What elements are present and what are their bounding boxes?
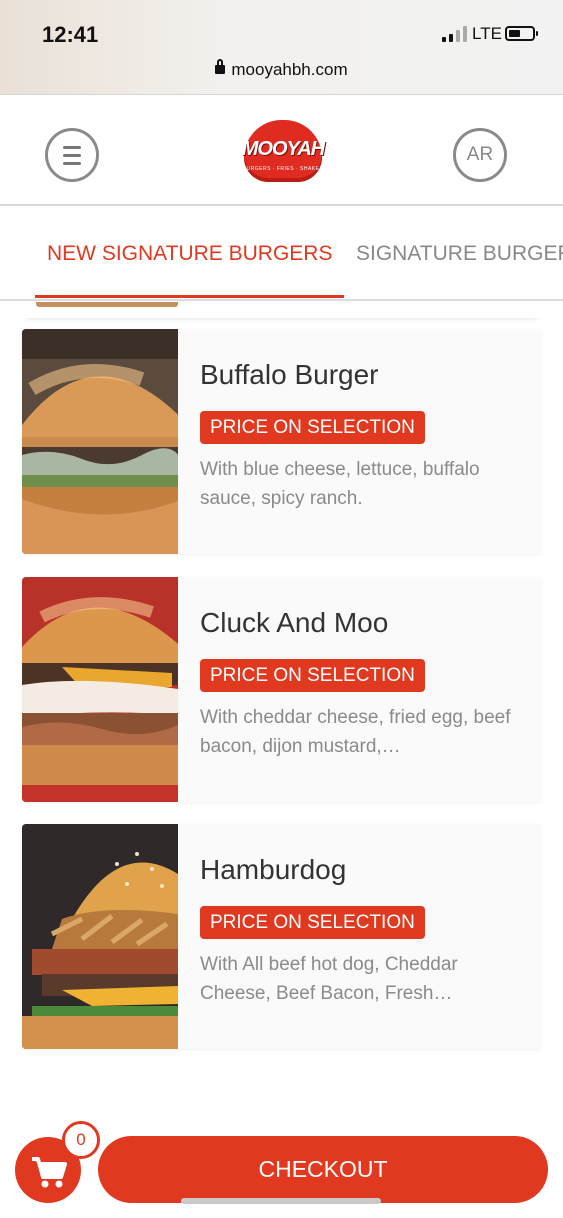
tab-new-signature-burgers[interactable]: NEW SIGNATURE BURGERS bbox=[47, 242, 332, 266]
hamburger-icon bbox=[63, 146, 81, 149]
menu-item-description: With All beef hot dog, Cheddar Cheese, B… bbox=[200, 954, 458, 1004]
battery-icon bbox=[505, 26, 538, 41]
category-tabs: NEW SIGNATURE BURGERS SIGNATURE BURGERS bbox=[0, 208, 563, 301]
menu-item-image bbox=[22, 824, 178, 1049]
lock-icon bbox=[215, 59, 226, 74]
menu-list[interactable]: Buffalo Burger PRICE ON SELECTION With b… bbox=[0, 302, 563, 1218]
clock: 12:41 bbox=[42, 22, 99, 47]
price-badge: PRICE ON SELECTION bbox=[200, 659, 425, 692]
menu-button[interactable] bbox=[45, 128, 99, 182]
app-header: MOOYAH BURGERS · FRIES · SHAKES AR bbox=[0, 96, 563, 206]
menu-item-name: Buffalo Burger bbox=[200, 359, 379, 390]
logo-text: MOOYAH bbox=[241, 138, 326, 160]
menu-item-image bbox=[22, 577, 178, 802]
network-label: LTE bbox=[472, 24, 502, 43]
cart-count-badge: 0 bbox=[62, 1121, 100, 1159]
checkout-button[interactable]: CHECKOUT bbox=[98, 1136, 548, 1203]
price-badge: PRICE ON SELECTION bbox=[200, 906, 425, 939]
brand-logo[interactable]: MOOYAH BURGERS · FRIES · SHAKES bbox=[238, 120, 328, 182]
menu-item-image bbox=[22, 329, 178, 554]
home-indicator bbox=[181, 1198, 381, 1204]
menu-item-card[interactable]: Hamburdog PRICE ON SELECTION With All be… bbox=[22, 824, 541, 1049]
active-tab-indicator bbox=[35, 295, 344, 298]
menu-item-description: With blue cheese, lettuce, buffalo sauce… bbox=[200, 459, 480, 509]
menu-item-name: Cluck And Moo bbox=[200, 607, 389, 638]
tab-signature-burgers[interactable]: SIGNATURE BURGERS bbox=[356, 242, 563, 266]
menu-item-description: With cheddar cheese, fried egg, beef bac… bbox=[200, 707, 511, 757]
logo-tagline: BURGERS · FRIES · SHAKES bbox=[242, 166, 324, 172]
menu-item-name: Hamburdog bbox=[200, 854, 347, 885]
language-button[interactable]: AR bbox=[453, 128, 507, 182]
price-badge: PRICE ON SELECTION bbox=[200, 411, 425, 444]
status-bar: 12:41 LTE mooyahbh.com bbox=[0, 0, 563, 95]
menu-item-card[interactable]: Buffalo Burger PRICE ON SELECTION With b… bbox=[22, 329, 541, 554]
signal-icon bbox=[442, 26, 467, 42]
address-bar[interactable]: mooyahbh.com bbox=[0, 59, 563, 80]
url-text: mooyahbh.com bbox=[231, 60, 348, 79]
menu-item-card[interactable]: Cluck And Moo PRICE ON SELECTION With ch… bbox=[22, 577, 541, 802]
page: 12:41 LTE mooyahbh.com MOOYAH BURGERS · … bbox=[0, 0, 563, 1218]
